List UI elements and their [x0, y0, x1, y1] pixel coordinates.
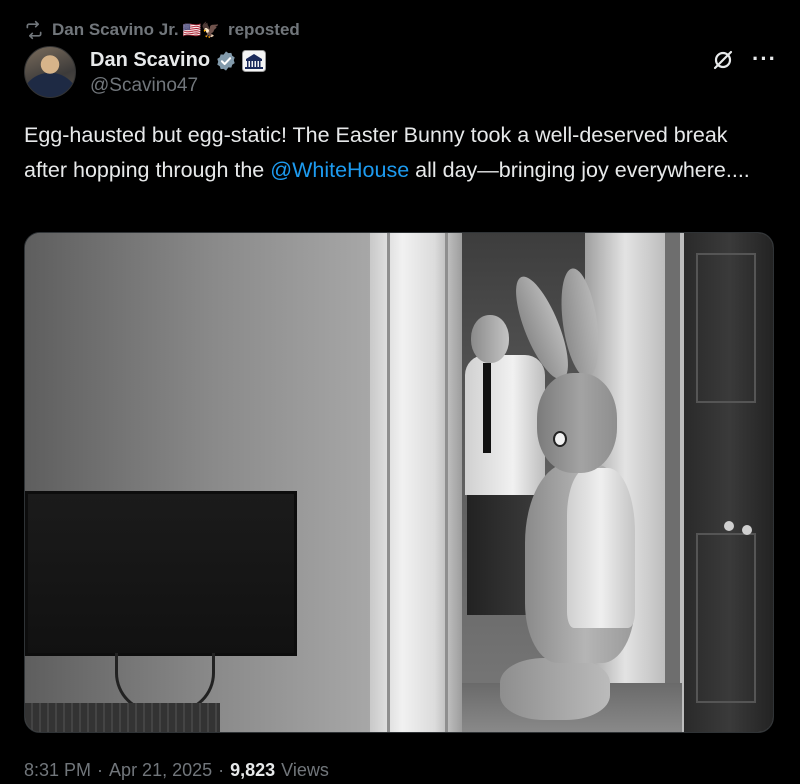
- mention-link[interactable]: @WhiteHouse: [270, 158, 409, 182]
- author-row: Dan Scavino @Scavino47: [24, 46, 267, 98]
- repost-icon: [24, 20, 44, 40]
- tweet[interactable]: Dan Scavino Jr. 🇺🇸🦅 reposted Dan Scavino: [0, 0, 800, 784]
- photo-tv: [25, 491, 297, 656]
- tweet-time[interactable]: 8:31 PM: [24, 760, 91, 781]
- author-handle[interactable]: @Scavino47: [90, 75, 266, 97]
- repost-context: Dan Scavino Jr. 🇺🇸🦅 reposted: [24, 18, 300, 42]
- tweet-meta: 8:31 PM · Apr 21, 2025 · 9,823 Views: [24, 757, 329, 783]
- tweet-date[interactable]: Apr 21, 2025: [109, 760, 212, 781]
- more-options-icon[interactable]: ···: [752, 46, 777, 72]
- grok-icon[interactable]: [711, 48, 735, 77]
- photo-easter-bunny: [485, 266, 655, 723]
- tweet-photo[interactable]: [24, 232, 774, 733]
- reposter-name[interactable]: Dan Scavino Jr.: [52, 20, 179, 40]
- flag-emojis: 🇺🇸🦅: [182, 22, 220, 39]
- tweet-text: Egg-hausted but egg-static! The Easter B…: [24, 118, 764, 188]
- meta-separator: ·: [218, 759, 225, 780]
- meta-separator: ·: [97, 759, 104, 780]
- author-name[interactable]: Dan Scavino: [90, 49, 210, 72]
- photo-door-frame: [370, 233, 462, 732]
- author-names: Dan Scavino @Scavino47: [90, 49, 267, 98]
- photo-door: [680, 233, 773, 732]
- photo-keyboard: [25, 703, 220, 732]
- views-count[interactable]: 9,823: [230, 760, 275, 781]
- tweet-text-part-2: all day—bringing joy everywhere....: [409, 158, 750, 182]
- repost-label: reposted: [227, 20, 300, 39]
- views-label: Views: [281, 759, 329, 780]
- avatar[interactable]: [24, 46, 76, 98]
- verified-badge-icon[interactable]: [215, 50, 237, 72]
- white-house-icon[interactable]: [242, 49, 267, 72]
